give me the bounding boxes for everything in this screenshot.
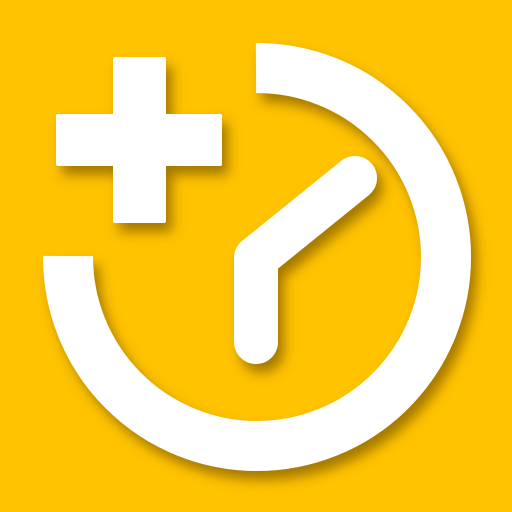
app-icon <box>0 0 512 512</box>
add-time-clock-icon <box>0 0 512 512</box>
